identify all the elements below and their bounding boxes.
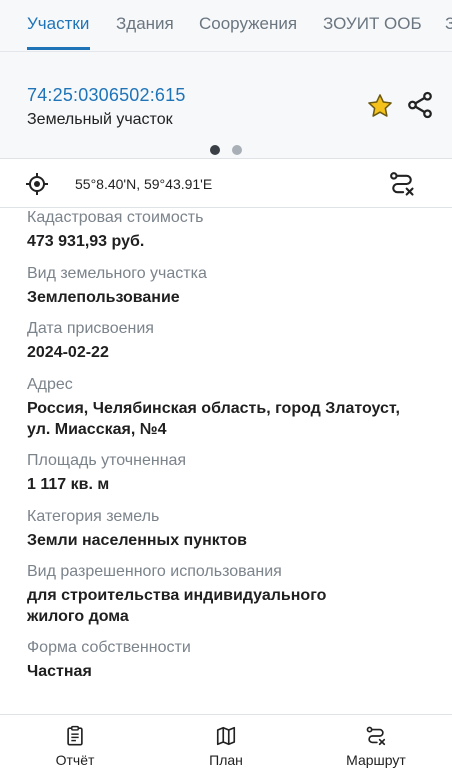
tab-zdaniya[interactable]: Здания <box>116 14 174 34</box>
detail-value-permitted-use: для строительства индивидуального жилого… <box>27 587 327 625</box>
detail-label-land-type: Вид земельного участка <box>27 265 207 282</box>
nav-plan-label: План <box>209 752 243 768</box>
detail-label-land-category: Категория земель <box>27 508 160 525</box>
detail-value-cadastral-value: 473 931,93 руб. <box>27 233 145 250</box>
nav-route-label: Маршрут <box>346 752 406 768</box>
active-tab-indicator <box>27 47 90 50</box>
nav-route-button[interactable]: Маршрут <box>321 715 431 768</box>
coordinates-bar: 55°8.40'N, 59°43.91'E <box>0 158 452 208</box>
tab-more[interactable]: З <box>445 14 452 34</box>
detail-label-permitted-use: Вид разрешенного использования <box>27 563 282 580</box>
detail-value-ownership: Частная <box>27 663 92 680</box>
route-icon <box>366 726 386 746</box>
favorite-star-icon[interactable] <box>366 92 394 120</box>
detail-label-ownership: Форма собственности <box>27 639 191 656</box>
clipboard-icon <box>67 725 83 746</box>
cadastral-number[interactable]: 74:25:0306502:615 <box>27 85 186 106</box>
detail-label-address: Адрес <box>27 376 73 393</box>
object-type: Земельный участок <box>27 111 173 128</box>
detail-value-land-type: Землепользование <box>27 289 180 306</box>
detail-label-cadastral-value: Кадастровая стоимость <box>27 209 204 226</box>
detail-value-address: Россия, Челябинская область, город Злато… <box>27 400 400 438</box>
tab-zouit-oob[interactable]: ЗОУИТ ООБ <box>323 14 422 34</box>
nav-plan-button[interactable]: План <box>171 715 281 768</box>
detail-value-land-category: Земли населенных пунктов <box>27 532 248 549</box>
detail-label-assignment-date: Дата присвоения <box>27 320 154 337</box>
object-type-tabs: Участки Здания Сооружения ЗОУИТ ООБ З <box>0 0 452 52</box>
tab-uchastki[interactable]: Участки <box>27 14 89 34</box>
bottom-navigation: Отчёт План Маршрут <box>0 714 452 768</box>
locate-icon[interactable] <box>25 172 49 196</box>
nav-report-button[interactable]: Отчёт <box>20 715 130 768</box>
detail-value-assignment-date: 2024-02-22 <box>27 344 109 361</box>
page-indicator-dot <box>232 145 242 155</box>
detail-label-area: Площадь уточненная <box>27 452 187 469</box>
object-header-card: 74:25:0306502:615 Земельный участок <box>0 52 452 158</box>
page-indicator-dot-active <box>210 145 220 155</box>
share-icon[interactable] <box>405 90 435 120</box>
nav-report-label: Отчёт <box>55 752 95 768</box>
coordinates-text[interactable]: 55°8.40'N, 59°43.91'E <box>75 176 212 192</box>
detail-value-area: 1 117 кв. м <box>27 476 110 493</box>
tab-sooruzheniya[interactable]: Сооружения <box>199 14 297 34</box>
map-icon <box>216 726 236 746</box>
route-clear-icon[interactable] <box>388 170 416 198</box>
